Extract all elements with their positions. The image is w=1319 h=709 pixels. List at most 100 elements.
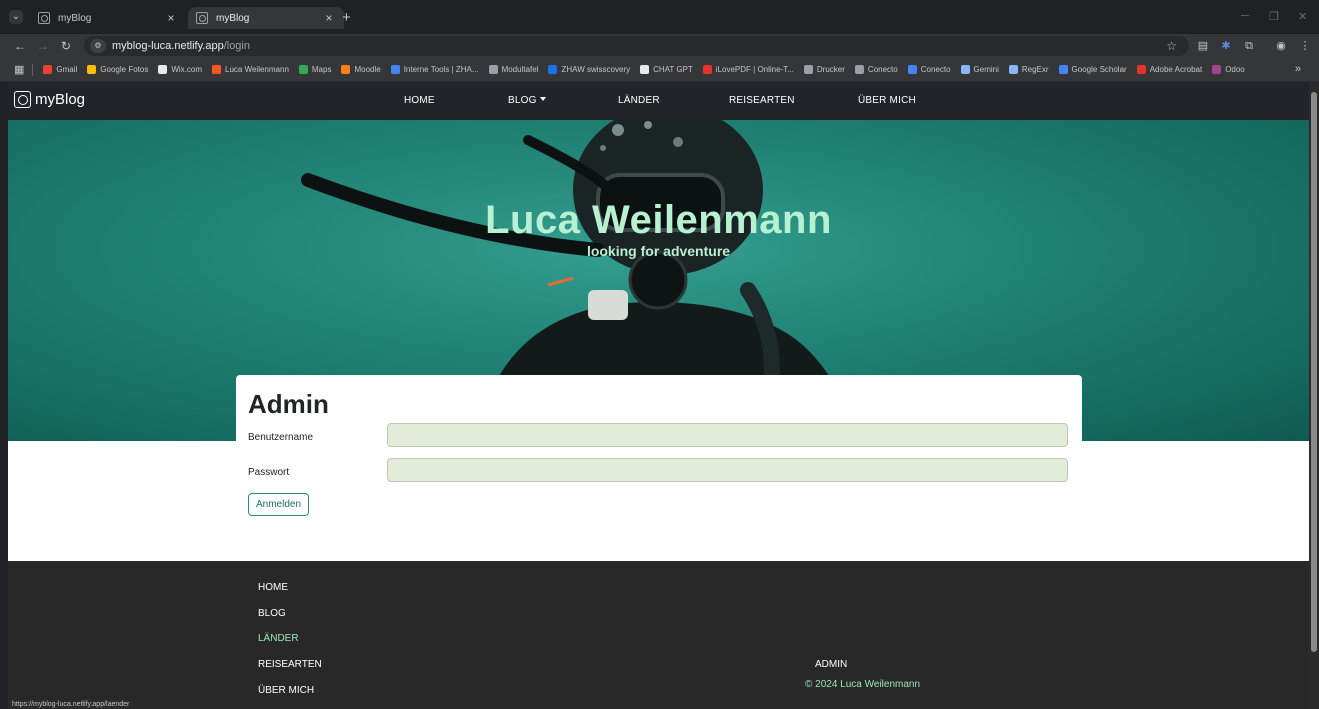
- bookmark-item[interactable]: Moodle: [341, 65, 381, 74]
- bookmark-favicon-icon: [390, 65, 400, 74]
- bookmark-favicon-icon: [960, 65, 970, 74]
- bookmark-item[interactable]: Interne Tools | ZHA...: [390, 65, 479, 74]
- bookmark-item[interactable]: CHAT GPT: [640, 65, 693, 74]
- tab-search-icon[interactable]: ⌄: [9, 10, 23, 24]
- bookmark-item[interactable]: Odoo: [1212, 65, 1245, 74]
- tab-myblog-1[interactable]: myBlog ×: [30, 7, 186, 29]
- bookmark-favicon-icon: [298, 65, 308, 74]
- tab-close-icon[interactable]: ×: [322, 11, 336, 25]
- minimize-icon[interactable]: ─: [1241, 10, 1249, 22]
- site-navbar: myBlog HOME BLOG LÄNDER REISEARTEN ÜBER …: [8, 82, 1309, 120]
- footer-link-laender[interactable]: LÄNDER: [258, 633, 299, 644]
- bookmark-favicon-icon: [907, 65, 917, 74]
- bookmark-label: Conecto: [867, 65, 898, 74]
- reading-list-icon[interactable]: ▤: [1195, 38, 1211, 54]
- bookmark-label: ZHAW swisscovery: [561, 65, 631, 74]
- password-label: Passwort: [248, 467, 290, 478]
- nav-reisearten[interactable]: REISEARTEN: [729, 95, 795, 106]
- nav-home[interactable]: HOME: [404, 95, 435, 106]
- bookmark-item[interactable]: Maps: [298, 65, 331, 74]
- bookmark-label: Modultafel: [501, 65, 539, 74]
- bookmark-list: Gmail Google Fotos Wix.com Luca Weilenmann M…: [43, 65, 1254, 74]
- username-field[interactable]: [387, 423, 1068, 447]
- bookmark-label: CHAT GPT: [653, 65, 693, 74]
- footer-link-ueber-mich[interactable]: ÜBER MICH: [258, 685, 314, 696]
- restore-icon[interactable]: ❐: [1269, 10, 1279, 23]
- tab-title: myBlog: [58, 12, 92, 24]
- bookmark-item[interactable]: Luca Weilenmann: [212, 65, 289, 74]
- extensions-puzzle-icon[interactable]: ⧉: [1241, 38, 1257, 54]
- myblog-logo-icon: [14, 91, 31, 108]
- page-scrollbar[interactable]: [1309, 82, 1319, 709]
- bookmark-item[interactable]: Gemini: [960, 65, 999, 74]
- footer-link-reisearten[interactable]: REISEARTEN: [258, 659, 322, 670]
- myblog-favicon-icon: [196, 12, 208, 24]
- page-viewport: myBlog HOME BLOG LÄNDER REISEARTEN ÜBER …: [8, 82, 1309, 709]
- bookmark-favicon-icon: [43, 65, 53, 74]
- extension-icon[interactable]: ✱: [1218, 38, 1234, 54]
- bookmark-item[interactable]: Conecto: [854, 65, 898, 74]
- bookmark-label: RegExr: [1021, 65, 1049, 74]
- site-info-icon[interactable]: ⚙: [90, 39, 106, 53]
- apps-grid-icon[interactable]: ▦: [14, 63, 24, 76]
- tab-close-icon[interactable]: ×: [164, 11, 178, 25]
- footer-link-home[interactable]: HOME: [258, 582, 288, 593]
- bookmark-item[interactable]: Modultafel: [488, 65, 539, 74]
- address-bar[interactable]: ⚙ myblog-luca.netlify.app/login ☆: [84, 36, 1189, 56]
- tab-myblog-2[interactable]: myBlog ×: [188, 7, 344, 29]
- new-tab-button[interactable]: +: [342, 10, 351, 25]
- profile-avatar-icon[interactable]: ◉: [1273, 38, 1289, 54]
- nav-laender[interactable]: LÄNDER: [618, 95, 660, 106]
- bookmark-favicon-icon: [1212, 65, 1222, 74]
- bookmark-item[interactable]: Google Fotos: [87, 65, 148, 74]
- bookmark-item[interactable]: Wix.com: [158, 65, 202, 74]
- bookmark-label: Drucker: [816, 65, 845, 74]
- bookmark-favicon-icon: [1058, 65, 1068, 74]
- tab-strip: ⌄ myBlog × myBlog × + ─ ❐ ✕: [0, 0, 1319, 34]
- bookmark-item[interactable]: Google Scholar: [1058, 65, 1127, 74]
- bookmark-label: Google Fotos: [100, 65, 149, 74]
- bookmark-item[interactable]: Adobe Acrobat: [1136, 65, 1203, 74]
- site-brand[interactable]: myBlog: [14, 91, 85, 108]
- bookmark-star-icon[interactable]: ☆: [1166, 39, 1177, 53]
- footer-link-blog[interactable]: BLOG: [258, 608, 286, 619]
- bookmark-label: iLovePDF | Online-T...: [715, 65, 794, 74]
- bookmark-label: Conecto: [920, 65, 951, 74]
- bookmark-label: Google Scholar: [1071, 65, 1127, 74]
- back-icon[interactable]: ←: [12, 38, 28, 54]
- bookmark-favicon-icon: [87, 65, 97, 74]
- nav-blog-dropdown[interactable]: BLOG: [508, 95, 546, 106]
- bookmark-label: Adobe Acrobat: [1149, 65, 1203, 74]
- hero-subtitle: looking for adventure: [586, 243, 731, 259]
- nav-ueber-mich[interactable]: ÜBER MICH: [858, 95, 916, 106]
- menu-kebab-icon[interactable]: ⋮: [1297, 38, 1313, 54]
- url-text[interactable]: myblog-luca.netlify.app/login: [112, 40, 250, 52]
- bookmark-item[interactable]: iLovePDF | Online-T...: [702, 65, 794, 74]
- bookmark-favicon-icon: [548, 65, 558, 74]
- bookmark-item[interactable]: RegExr: [1008, 65, 1049, 74]
- footer-copyright: © 2024 Luca Weilenmann: [805, 679, 921, 690]
- bookmark-label: Moodle: [354, 65, 381, 74]
- bookmark-favicon-icon: [158, 65, 168, 74]
- bookmark-item[interactable]: Drucker: [803, 65, 845, 74]
- bookmark-item[interactable]: ZHAW swisscovery: [548, 65, 630, 74]
- bookmark-favicon-icon: [640, 65, 650, 74]
- admin-login-form: Admin Benutzername Passwort Anmelden: [236, 375, 1082, 561]
- bookmark-label: Wix.com: [171, 65, 202, 74]
- status-bar-url: https://myblog-luca.netlify.app/laender: [8, 700, 134, 709]
- bookmark-label: Gemini: [973, 65, 999, 74]
- bookmark-item[interactable]: Conecto: [907, 65, 951, 74]
- close-window-icon[interactable]: ✕: [1298, 10, 1307, 23]
- scrollbar-thumb[interactable]: [1311, 92, 1317, 652]
- bookmarks-more-icon[interactable]: »: [1295, 63, 1301, 75]
- footer-admin-link[interactable]: ADMIN: [815, 659, 847, 670]
- password-field[interactable]: [387, 458, 1068, 482]
- login-button[interactable]: Anmelden: [248, 493, 310, 516]
- myblog-favicon-icon: [38, 12, 50, 24]
- bookmark-favicon-icon: [341, 65, 351, 74]
- hero-title: Luca Weilenmann: [485, 198, 832, 242]
- bookmark-favicon-icon: [702, 65, 712, 74]
- bookmark-item[interactable]: Gmail: [43, 65, 77, 74]
- reload-icon[interactable]: ↻: [58, 38, 74, 54]
- forward-icon[interactable]: →: [35, 38, 51, 54]
